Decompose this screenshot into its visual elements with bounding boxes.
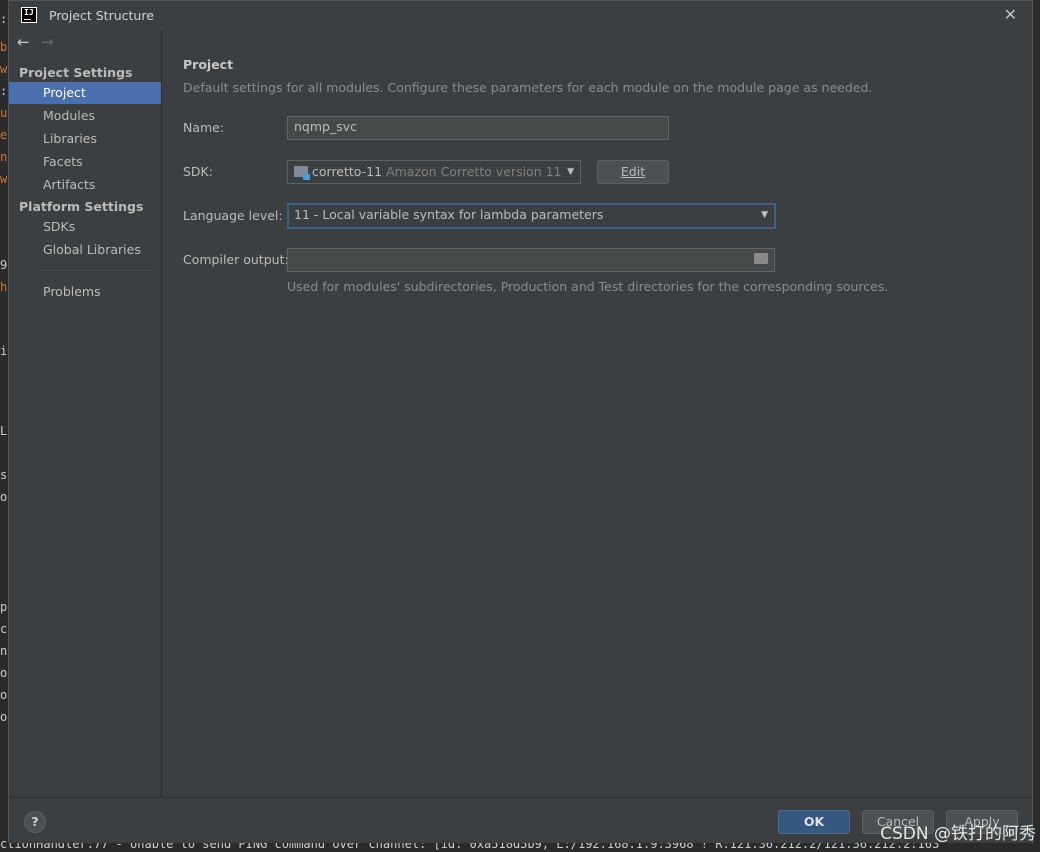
page-description: Default settings for all modules. Config… bbox=[183, 80, 873, 95]
name-label: Name: bbox=[183, 120, 225, 135]
ok-button[interactable]: OK bbox=[778, 810, 850, 834]
forward-arrow-icon[interactable]: → bbox=[41, 33, 61, 51]
dialog-footer: ? OK Cancel Apply bbox=[9, 797, 1032, 843]
sidebar-item-sdks[interactable]: SDKs bbox=[9, 216, 161, 238]
sdk-detail: Amazon Corretto version 11.0 bbox=[386, 164, 574, 179]
chevron-down-icon: ▼ bbox=[563, 161, 574, 183]
language-level-select[interactable]: 11 - Local variable syntax for lambda pa… bbox=[287, 203, 776, 229]
project-structure-dialog: IJ Project Structure ✕ ← → Project Setti… bbox=[8, 0, 1033, 843]
compiler-output-label: Compiler output: bbox=[183, 252, 289, 267]
sidebar-item-artifacts[interactable]: Artifacts bbox=[9, 174, 161, 196]
group-header-platform-settings: Platform Settings bbox=[19, 199, 144, 214]
sidebar-divider bbox=[37, 270, 153, 271]
sidebar: ← → Project Settings Project Modules Lib… bbox=[9, 30, 162, 797]
chevron-down-icon: ▼ bbox=[761, 210, 768, 220]
window-title: Project Structure bbox=[49, 8, 154, 23]
sdk-label: SDK: bbox=[183, 164, 213, 179]
group-header-project-settings: Project Settings bbox=[19, 65, 133, 80]
compiler-output-field[interactable] bbox=[287, 248, 775, 272]
sdk-select[interactable]: corretto-11 Amazon Corretto version 11.0… bbox=[287, 160, 581, 184]
edit-sdk-button[interactable]: Edit bbox=[597, 160, 669, 184]
language-level-label: Language level: bbox=[183, 208, 283, 223]
sidebar-item-modules[interactable]: Modules bbox=[9, 105, 161, 127]
edit-button-label: Edit bbox=[620, 164, 646, 179]
background-editor-right bbox=[1032, 0, 1040, 852]
language-level-value: 11 - Local variable syntax for lambda pa… bbox=[294, 207, 604, 222]
csdn-watermark: CSDN @铁打的阿秀 bbox=[880, 824, 1036, 844]
intellij-icon: IJ bbox=[21, 7, 37, 23]
history-nav: ← → bbox=[17, 33, 61, 55]
sidebar-item-problems[interactable]: Problems bbox=[9, 281, 161, 303]
close-icon[interactable]: ✕ bbox=[1004, 5, 1017, 24]
sidebar-item-global-libraries[interactable]: Global Libraries bbox=[9, 239, 161, 261]
project-settings-panel: Project Default settings for all modules… bbox=[163, 30, 1032, 797]
sdk-folder-icon bbox=[294, 166, 310, 180]
page-title: Project bbox=[183, 57, 234, 72]
project-name-field[interactable]: nqmp_svc bbox=[287, 116, 669, 140]
sidebar-item-facets[interactable]: Facets bbox=[9, 151, 161, 173]
title-bar: IJ Project Structure ✕ bbox=[9, 1, 1032, 30]
language-level-label-text: Language level: bbox=[183, 208, 283, 223]
sidebar-item-libraries[interactable]: Libraries bbox=[9, 128, 161, 150]
back-arrow-icon[interactable]: ← bbox=[17, 33, 37, 51]
help-button[interactable]: ? bbox=[24, 811, 46, 833]
background-editor-left: : b w : u e n w 9 h i L s o p c n o o o bbox=[0, 0, 8, 852]
sidebar-item-project[interactable]: Project bbox=[9, 82, 161, 104]
sdk-name: corretto-11 bbox=[312, 164, 383, 179]
compiler-output-hint: Used for modules' subdirectories, Produc… bbox=[287, 279, 889, 294]
folder-browse-icon[interactable] bbox=[754, 253, 768, 264]
